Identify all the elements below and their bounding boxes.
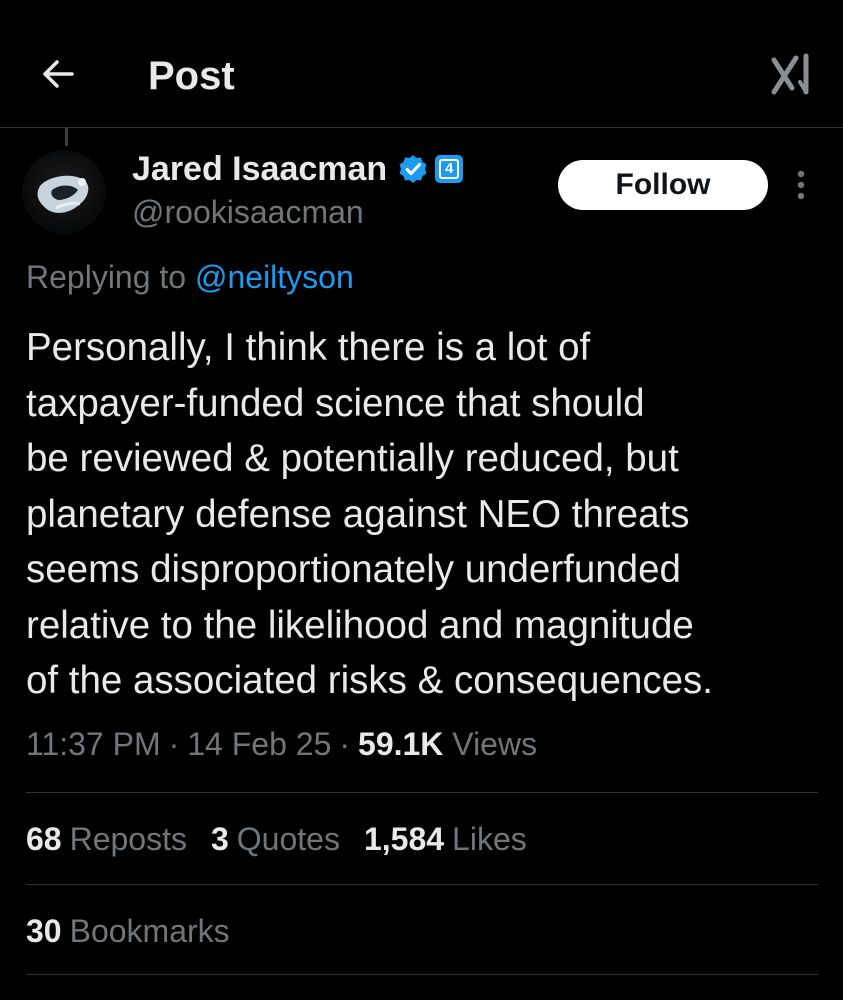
tweet-text-line: seems disproportionately underfunded: [26, 548, 681, 591]
top-bar: Post: [0, 0, 843, 128]
divider: [26, 974, 818, 975]
tweet-text-line: planetary defense against NEO threats: [26, 492, 690, 536]
divider: [26, 792, 818, 793]
reposts-label: Reposts: [69, 821, 187, 857]
author-handle[interactable]: @rookisaacman: [132, 192, 364, 232]
page-title: Post: [148, 54, 235, 98]
views-count[interactable]: 59.1K: [358, 726, 443, 762]
bookmarks-count: 30: [26, 913, 62, 949]
likes-stat[interactable]: 1,584 Likes: [364, 818, 527, 860]
quotes-count: 3: [210, 821, 229, 857]
likes-label: Likes: [452, 821, 527, 857]
quotes-stat[interactable]: 3 Quotes: [211, 818, 340, 860]
thread-connector-line: [65, 128, 68, 146]
affiliation-badge[interactable]: 4: [435, 155, 464, 183]
avatar-image: [22, 150, 106, 234]
tweet-text-line: be reviewed & potentially reduced, but: [26, 437, 679, 480]
tweet-meta: 11:37 PM · 14 Feb 25 · 59.1K Views: [26, 723, 537, 765]
author-name-row: Jared Isaacman 4: [132, 147, 464, 191]
author-display-name[interactable]: Jared Isaacman: [132, 150, 387, 189]
quotes-label: Quotes: [236, 821, 340, 857]
bookmarks-stat-row: 30 Bookmarks: [26, 910, 254, 952]
reply-mention-link[interactable]: @neiltyson: [195, 259, 354, 295]
views-label[interactable]: Views: [452, 726, 537, 762]
tweet-text-line: of the associated risks & consequences.: [26, 659, 713, 702]
post-time[interactable]: 11:37 PM: [26, 726, 161, 762]
grok-icon: [771, 53, 809, 95]
meta-separator: ·: [168, 726, 180, 762]
more-vertical-icon: [797, 170, 805, 200]
more-options-button[interactable]: [788, 162, 814, 208]
affiliation-badge-label: 4: [439, 159, 460, 179]
meta-separator: ·: [339, 726, 351, 762]
reposts-count: 68: [26, 821, 62, 857]
tweet-text: Personally, I think there is a lot of ta…: [26, 320, 826, 709]
post-date[interactable]: 14 Feb 25: [187, 726, 331, 762]
bookmarks-label: Bookmarks: [69, 913, 230, 949]
reposts-stat[interactable]: 68 Reposts: [26, 818, 187, 860]
avatar[interactable]: [22, 150, 106, 234]
grok-button[interactable]: [768, 50, 818, 98]
engagement-stats: 68 Reposts 3 Quotes 1,584 Likes: [26, 818, 551, 860]
tweet-text-line: Personally, I think there is a lot of: [26, 326, 591, 369]
follow-button[interactable]: Follow: [558, 160, 768, 210]
tweet-text-line: relative to the likelihood and magnitude: [26, 603, 694, 647]
divider: [26, 884, 818, 885]
back-button[interactable]: [36, 52, 80, 96]
replying-to: Replying to @neiltyson: [26, 257, 354, 297]
arrow-left-icon: [43, 60, 74, 88]
bookmarks-stat[interactable]: 30 Bookmarks: [26, 910, 230, 952]
replying-to-label: Replying to: [26, 259, 187, 295]
tweet-text-line: taxpayer-funded science that should: [26, 381, 645, 425]
likes-count: 1,584: [363, 821, 445, 857]
verified-badge-icon: [397, 153, 429, 185]
